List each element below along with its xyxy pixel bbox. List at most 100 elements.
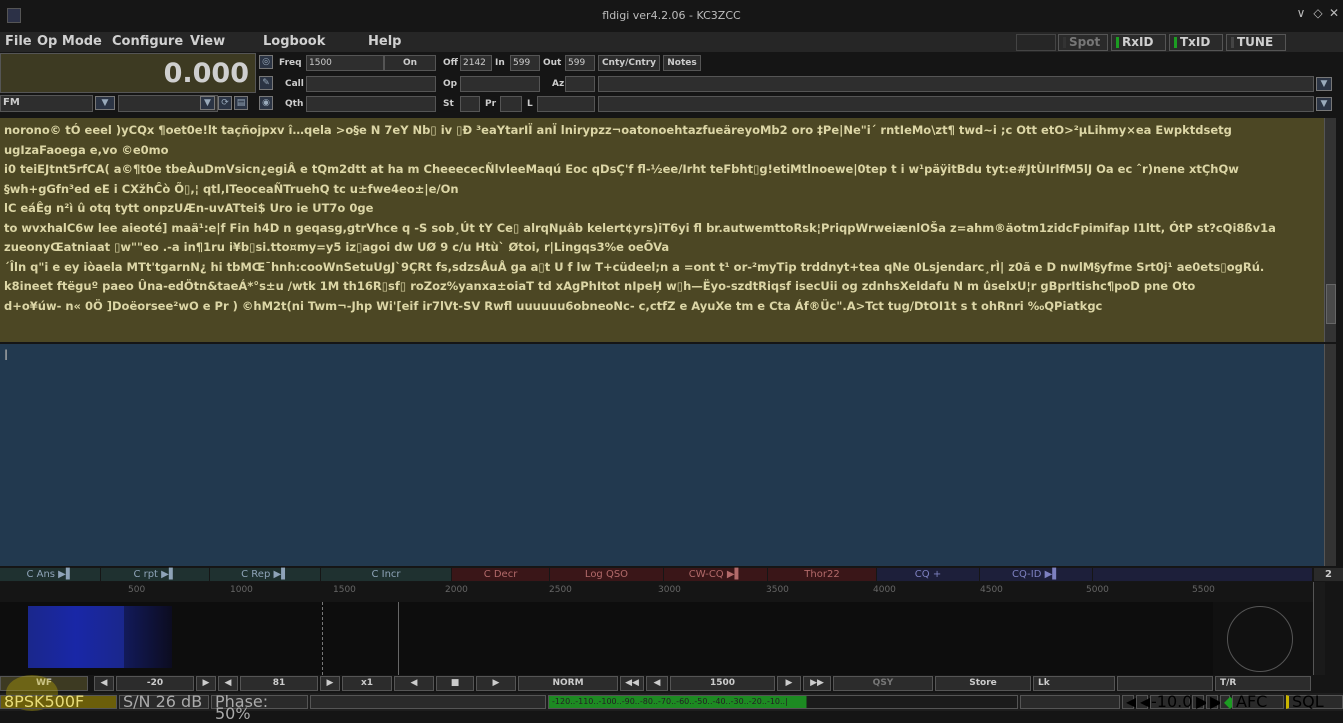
freq-field[interactable]: 1500 [306, 55, 384, 71]
scale-tick: 4000 [873, 585, 896, 595]
scroll-right-icon[interactable]: ▶ [476, 676, 516, 691]
rxid-toggle[interactable]: RxID [1111, 34, 1166, 51]
qth-field[interactable] [306, 96, 436, 112]
macro-c-incr[interactable]: C Incr [321, 568, 451, 581]
afc-toggle[interactable]: AFC [1232, 694, 1284, 710]
save-icon[interactable]: ◉ [259, 96, 273, 110]
freq-down-icon[interactable]: ◀ [646, 676, 668, 691]
rx-line: d+o¥úw- n« 0Ö ]Doëorsee²wO e Pr ) ©hM2t(… [4, 298, 1103, 313]
waterfall-scrollbar[interactable] [1313, 582, 1325, 675]
track-line [322, 602, 323, 675]
call-lookup-icon[interactable]: ✎ [259, 76, 273, 90]
macro-log-qso[interactable]: Log QSO [550, 568, 663, 581]
squelch-up-icon[interactable]: ▶ [1192, 694, 1208, 710]
on-time-button[interactable]: On [384, 55, 436, 71]
wf-spare-box [1117, 676, 1213, 691]
minimize-icon[interactable]: ∨ [1294, 6, 1308, 22]
country-field[interactable] [598, 96, 1314, 112]
macro-cq-id[interactable]: CQ-ID ▶▌ [980, 568, 1092, 581]
freq-up-icon[interactable]: ▶ [777, 676, 801, 691]
range-down-icon[interactable]: ◀ [218, 676, 238, 691]
menu-view[interactable]: View [190, 34, 225, 49]
macro-bank-button[interactable]: 2 [1314, 568, 1343, 581]
state-field[interactable] [460, 96, 480, 112]
sql-toggle[interactable]: SQL [1286, 694, 1343, 710]
level-field[interactable]: -20 [116, 676, 194, 691]
lock-toggle[interactable]: Lk [1033, 676, 1115, 691]
locator-field[interactable] [537, 96, 595, 112]
txid-label: TxID [1180, 35, 1211, 49]
macro-empty[interactable] [1093, 568, 1312, 581]
clear-icon[interactable]: ▤ [234, 96, 248, 110]
window-title: fldigi ver4.2.06 - KC3ZCC [602, 9, 741, 22]
country-dropdown-icon[interactable]: ▼ [1316, 97, 1332, 111]
notes-field[interactable] [598, 76, 1314, 92]
squelch-up-fast-icon[interactable]: ▶ [1206, 694, 1222, 710]
close-icon[interactable]: ✕ [1327, 6, 1341, 22]
qsy-button[interactable]: QSY [833, 676, 933, 691]
op-field[interactable] [460, 76, 540, 92]
mode-select[interactable]: FM [0, 95, 93, 112]
rst-in-field[interactable]: 599 [510, 55, 540, 71]
notes-button[interactable]: Notes [663, 55, 701, 71]
scale-tick: 1000 [230, 585, 253, 595]
province-field[interactable] [500, 96, 522, 112]
tune-button[interactable]: TUNE [1226, 34, 1286, 51]
range-up-icon[interactable]: ▶ [320, 676, 340, 691]
freq-up-fast-icon[interactable]: ▶▶ [803, 676, 831, 691]
call-field[interactable] [306, 76, 436, 92]
menu-help[interactable]: Help [368, 34, 401, 49]
store-button[interactable]: Store [935, 676, 1031, 691]
tx-scrollbar[interactable] [1324, 344, 1336, 566]
carrier-freq-field[interactable]: 1500 [670, 676, 775, 691]
digiscope [1213, 602, 1313, 675]
squelch-down-fast-icon[interactable]: ◀ [1122, 694, 1138, 710]
macro-c-rpt[interactable]: C rpt ▶▌ [101, 568, 209, 581]
squelch-field[interactable]: -10.0 [1150, 694, 1192, 710]
search-icon[interactable]: ◎ [259, 55, 273, 69]
macro-cw-cq[interactable]: CW-CQ ▶▌ [664, 568, 767, 581]
menu-spacer-box [1016, 34, 1056, 51]
rx-text-pane[interactable]: norono© tÓ eeel )yCQx ¶oet0e!lt taçñojpx… [0, 118, 1324, 342]
menu-op-mode[interactable]: Op Mode [37, 34, 102, 49]
tx-text-pane[interactable]: I [0, 344, 1324, 566]
rx-scrollbar[interactable] [1324, 118, 1336, 342]
waterfall-scale: 500 1000 1500 2000 2500 3000 3500 4000 4… [0, 582, 1310, 602]
macro-cq-plus[interactable]: CQ + [877, 568, 979, 581]
country-button[interactable]: Cnty/Cntry [598, 55, 660, 71]
level-down-icon[interactable]: ◀ [94, 676, 114, 691]
level-up-icon[interactable]: ▶ [196, 676, 216, 691]
az-field[interactable] [565, 76, 595, 92]
macro-thor22[interactable]: Thor22 [768, 568, 876, 581]
notes-dropdown-icon[interactable]: ▼ [1316, 77, 1332, 91]
scroll-left-icon[interactable]: ◀ [394, 676, 434, 691]
signal-meter: -120..-110..-100..-90..-80..-70..-60..-5… [548, 695, 1018, 709]
bandwidth-dropdown-icon[interactable]: ▼ [200, 96, 215, 110]
menu-logbook[interactable]: Logbook [263, 34, 325, 49]
pause-icon[interactable]: ■ [436, 676, 474, 691]
range-field[interactable]: 81 [240, 676, 318, 691]
maximize-icon[interactable]: ◇ [1311, 6, 1325, 22]
tr-button[interactable]: T/R [1215, 676, 1311, 691]
squelch-down-icon[interactable]: ◀ [1136, 694, 1152, 710]
txid-toggle[interactable]: TxID [1169, 34, 1223, 51]
off-field[interactable]: 2142 [460, 55, 492, 71]
macro-c-ans[interactable]: C Ans ▶▌ [0, 568, 100, 581]
mode-dropdown-icon[interactable]: ▼ [95, 96, 115, 110]
rx-scrollbar-thumb[interactable] [1326, 284, 1336, 324]
norm-button[interactable]: NORM [518, 676, 618, 691]
refresh-icon[interactable]: ⟳ [218, 96, 232, 110]
waterfall-display[interactable] [0, 602, 1213, 675]
spot-toggle[interactable]: Spot [1058, 34, 1108, 51]
mode-status[interactable]: 8PSK500F [0, 694, 117, 710]
macro-c-decr[interactable]: C Decr [452, 568, 549, 581]
scale-tick: 1500 [333, 585, 356, 595]
freq-down-fast-icon[interactable]: ◀◀ [620, 676, 644, 691]
macro-c-rep[interactable]: C Rep ▶▌ [210, 568, 320, 581]
rst-out-field[interactable]: 599 [565, 55, 595, 71]
frequency-display[interactable]: 0.000 [0, 53, 256, 93]
menu-configure[interactable]: Configure [112, 34, 183, 49]
status-spare [1020, 695, 1120, 709]
zoom-button[interactable]: x1 [342, 676, 392, 691]
menu-file[interactable]: File [5, 34, 32, 49]
